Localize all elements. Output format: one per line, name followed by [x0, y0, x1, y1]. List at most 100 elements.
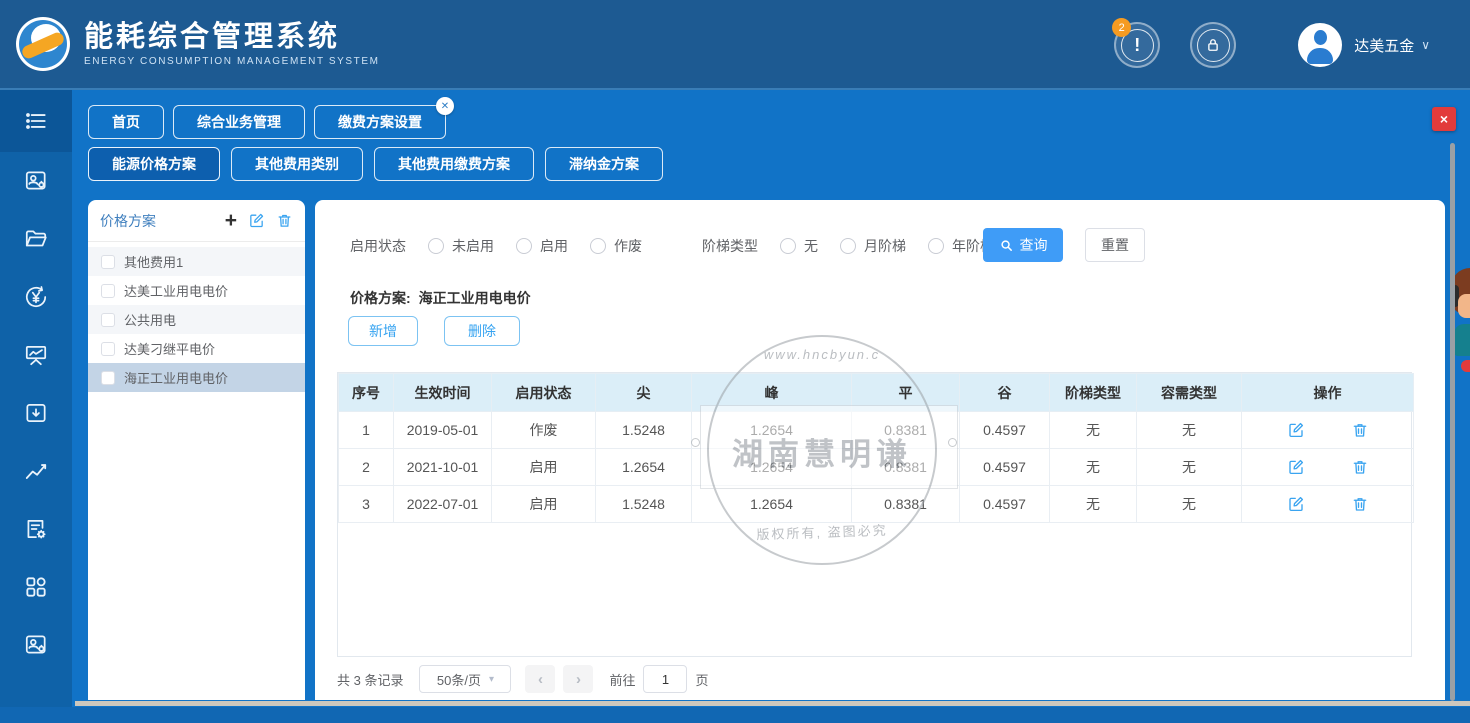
radio-label[interactable]: 月阶梯: [864, 236, 906, 256]
tab-energy-price-plan[interactable]: 能源价格方案: [88, 147, 220, 181]
cell-valley: 0.4597: [960, 449, 1050, 486]
tab-label: 综合业务管理: [197, 114, 281, 130]
page-input[interactable]: [643, 665, 687, 693]
row-edit-icon[interactable]: [1287, 421, 1305, 439]
row-edit-icon[interactable]: [1287, 495, 1305, 513]
plan-list-item[interactable]: 其他费用1: [88, 247, 305, 276]
select-caret-icon: ▾: [489, 674, 494, 685]
cell-flat: 0.8381: [852, 412, 960, 449]
table-row: 3 2022-07-01 启用 1.5248 1.2654 0.8381 0.4…: [339, 486, 1414, 523]
plan-item-label: 其他费用1: [124, 252, 183, 271]
table-header-row: 序号 生效时间 启用状态 尖 峰 平 谷 阶梯类型 容需类型 操作: [339, 374, 1414, 412]
tab-other-fee-category[interactable]: 其他费用类别: [231, 147, 363, 181]
reset-button[interactable]: 重置: [1085, 228, 1145, 262]
tab-payment-plan-settings[interactable]: 缴费方案设置 ✕: [314, 105, 446, 139]
sidebar-item-currency[interactable]: [0, 268, 72, 326]
horizontal-scrollbar[interactable]: [75, 701, 1470, 706]
sidebar-item-presentation[interactable]: [0, 326, 72, 384]
presentation-chart-icon: [23, 342, 49, 368]
chevron-down-icon[interactable]: ∨: [1421, 38, 1430, 52]
notification-button[interactable]: 2 !: [1114, 22, 1160, 68]
vertical-scrollbar[interactable]: [1450, 143, 1455, 701]
plan-list-item[interactable]: 达美工业用电电价: [88, 276, 305, 305]
sidebar-item-report-settings[interactable]: [0, 500, 72, 558]
cell-status: 启用: [492, 449, 596, 486]
cell-sharp: 1.2654: [596, 449, 692, 486]
tab-business-management[interactable]: 综合业务管理: [173, 105, 305, 139]
next-page-button[interactable]: ›: [563, 665, 593, 693]
tab-close-icon[interactable]: ✕: [436, 97, 454, 115]
lock-button[interactable]: [1190, 22, 1236, 68]
cell-status: 作废: [492, 412, 596, 449]
tab-label: 其他费用类别: [255, 156, 339, 172]
app-logo-icon: [16, 17, 70, 71]
add-button[interactable]: 新增: [348, 316, 418, 346]
add-plan-button[interactable]: +: [225, 212, 237, 230]
cell-sharp: 1.5248: [596, 486, 692, 523]
radio-ladder-monthly[interactable]: [840, 238, 856, 254]
close-button[interactable]: ×: [1432, 107, 1456, 131]
column-header: 操作: [1242, 374, 1414, 412]
price-table: 序号 生效时间 启用状态 尖 峰 平 谷 阶梯类型 容需类型 操作: [337, 372, 1412, 657]
row-delete-icon[interactable]: [1351, 495, 1369, 513]
app-title-block: 能耗综合管理系统 ENERGY CONSUMPTION MANAGEMENT S…: [84, 21, 380, 67]
app-title: 能耗综合管理系统: [84, 21, 380, 53]
tab-label: 能源价格方案: [112, 156, 196, 172]
cell-actions: [1242, 412, 1414, 449]
radio-status-enabled[interactable]: [516, 238, 532, 254]
sidebar-item-user-settings[interactable]: [0, 152, 72, 210]
mascot-face: [1458, 294, 1470, 318]
radio-label[interactable]: 无: [804, 236, 818, 256]
tab-other-fee-payment-plan[interactable]: 其他费用缴费方案: [374, 147, 534, 181]
apps-grid-icon: [23, 574, 49, 600]
row-delete-icon[interactable]: [1351, 421, 1369, 439]
page-size-select[interactable]: 50条/页 ▾: [419, 665, 511, 693]
radio-ladder-none[interactable]: [780, 238, 796, 254]
prev-page-button[interactable]: ‹: [525, 665, 555, 693]
radio-label[interactable]: 启用: [540, 236, 568, 256]
folder-download-icon: [23, 400, 49, 426]
user-avatar[interactable]: [1298, 23, 1342, 67]
plan-list-item-selected[interactable]: 海正工业用电电价: [88, 363, 305, 392]
sidebar-item-folder[interactable]: [0, 210, 72, 268]
cell-ladder: 无: [1050, 412, 1137, 449]
checkbox[interactable]: [101, 255, 115, 269]
sidebar-item-menu[interactable]: [0, 90, 72, 152]
radio-label[interactable]: 作废: [614, 236, 642, 256]
row-edit-icon[interactable]: [1287, 458, 1305, 476]
radio-label[interactable]: 未启用: [452, 236, 494, 256]
delete-button[interactable]: 删除: [444, 316, 520, 346]
plan-list-item[interactable]: 公共用电: [88, 305, 305, 334]
price-detail-panel: 启用状态 未启用 启用 作废 阶梯类型 无 月阶梯 年阶梯: [315, 200, 1445, 700]
plan-list-item[interactable]: 达美刁继平电价: [88, 334, 305, 363]
sidebar-item-user-settings-2[interactable]: [0, 616, 72, 674]
mascot-body: [1454, 324, 1470, 356]
total-records: 共 3 条记录: [337, 670, 403, 689]
tab-label: 其他费用缴费方案: [398, 156, 510, 172]
price-plan-panel: 价格方案 + 其他费用1 达美工业用电: [88, 200, 305, 700]
tab-label: 滞纳金方案: [569, 156, 639, 172]
cell-no: 2: [339, 449, 394, 486]
tab-home[interactable]: 首页: [88, 105, 164, 139]
user-name[interactable]: 达美五金: [1354, 35, 1414, 56]
user-settings-icon: [23, 632, 49, 658]
query-button[interactable]: 查询: [983, 228, 1063, 262]
checkbox[interactable]: [101, 313, 115, 327]
sidebar-item-chart[interactable]: [0, 442, 72, 500]
checkbox[interactable]: [101, 371, 115, 385]
sidebar-item-download[interactable]: [0, 384, 72, 442]
radio-ladder-yearly[interactable]: [928, 238, 944, 254]
plan-list: 其他费用1 达美工业用电电价 公共用电 达美刁继平电价 海正工业用电电价: [88, 242, 305, 392]
sidebar-item-apps[interactable]: [0, 558, 72, 616]
current-plan-value: 海正工业用电电价: [419, 290, 531, 306]
delete-plan-button[interactable]: [276, 212, 293, 229]
checkbox[interactable]: [101, 284, 115, 298]
radio-status-voided[interactable]: [590, 238, 606, 254]
edit-plan-button[interactable]: [248, 212, 265, 229]
tab-late-fee-plan[interactable]: 滞纳金方案: [545, 147, 663, 181]
cell-capacity: 无: [1137, 412, 1242, 449]
folder-icon: [23, 226, 49, 252]
checkbox[interactable]: [101, 342, 115, 356]
row-delete-icon[interactable]: [1351, 458, 1369, 476]
radio-status-disabled[interactable]: [428, 238, 444, 254]
